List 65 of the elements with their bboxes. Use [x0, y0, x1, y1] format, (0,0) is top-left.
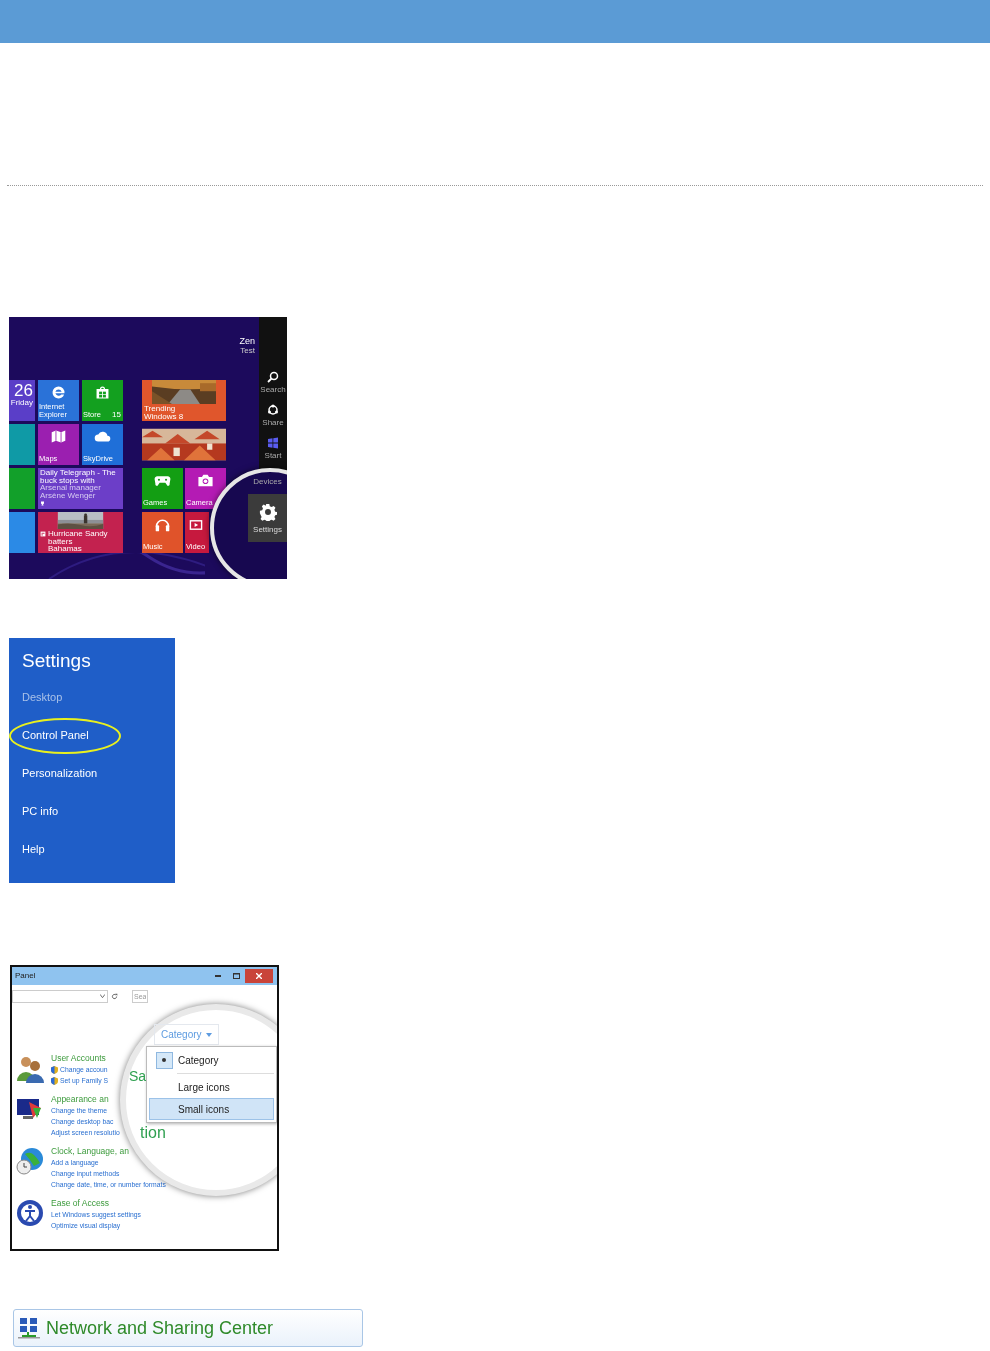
caption-detail: Bahamas [48, 545, 82, 553]
charm-button[interactable]: Share [259, 404, 287, 437]
charm-button[interactable]: Devices [248, 474, 287, 490]
tile[interactable]: Daily Telegraph - The buck stops with Arsenal manager Arsène Wenger [38, 468, 123, 509]
newspaper-icon [40, 531, 46, 537]
window-title: Panel [15, 970, 36, 982]
close-button[interactable] [245, 969, 273, 983]
category-link[interactable]: Clock, Language, an [51, 1146, 129, 1157]
caption-title: Trending [144, 405, 176, 413]
menu-item[interactable]: Control Panel [22, 726, 89, 744]
menu-item[interactable]: Large icons [149, 1076, 274, 1098]
pane-title: Settings [22, 651, 92, 673]
refresh-icon [111, 992, 118, 1000]
address-field[interactable] [12, 989, 108, 1003]
caption-title: Hurricane Sandy batters [48, 530, 109, 545]
settings-icon [258, 502, 277, 521]
headphones-icon [154, 516, 171, 533]
accessibility-icon [14, 1198, 46, 1228]
count-label: 15 [112, 411, 121, 419]
search-icon [267, 371, 279, 383]
account-label: Test [240, 347, 255, 355]
view-by-dropdown[interactable]: Category [154, 1024, 219, 1045]
caret-down-icon [205, 1032, 212, 1037]
chevron-down-icon [100, 994, 105, 998]
menu-item[interactable]: Small icons [149, 1098, 274, 1120]
heading-fragment: tion [140, 1125, 166, 1141]
category-link[interactable]: Ease of Access [51, 1198, 110, 1209]
category-link[interactable]: Appearance an [51, 1094, 109, 1105]
windows-logo-icon [267, 437, 279, 449]
browser-icon [50, 384, 67, 401]
tile[interactable] [9, 512, 35, 553]
charm-button[interactable]: Search [259, 371, 287, 404]
caption-detail: Windows 8 [144, 412, 184, 420]
network-sharing-button[interactable]: Network and Sharing Center [13, 1309, 363, 1347]
charm-button[interactable]: Settings [248, 494, 287, 542]
minimize-icon [215, 975, 221, 977]
video-screen-icon [189, 518, 203, 532]
menu-item[interactable]: PC info [22, 802, 59, 820]
trophy-icon [40, 501, 45, 506]
folded-map-icon [50, 428, 67, 445]
weekday-label: Friday [10, 399, 33, 407]
close-icon [256, 973, 262, 979]
user-name: Zen [239, 337, 255, 346]
shopping-bag-icon [94, 384, 111, 401]
camera-icon [197, 472, 214, 489]
network-icon [18, 1317, 40, 1339]
globe-clock-icon [14, 1146, 46, 1176]
tile[interactable]: 26 Friday [9, 380, 35, 421]
radio-bullet-icon [155, 1051, 173, 1069]
category-link[interactable]: User Accounts [51, 1053, 106, 1064]
heading-fragment: Sa [129, 1069, 147, 1083]
share-icon [267, 404, 279, 416]
headline-detail: Arsenal manager Arsène Wenger [40, 484, 102, 499]
tile[interactable] [9, 468, 35, 509]
menu-item[interactable]: Help [22, 840, 45, 858]
tile[interactable]: Hurricane Sandy batters Bahamas [38, 512, 123, 553]
menu-item[interactable]: Category [149, 1049, 274, 1071]
maximize-icon [232, 973, 240, 979]
section-label: Desktop [22, 689, 63, 705]
tile[interactable]: Trending Windows 8 [142, 380, 226, 421]
date-number: 26 [14, 382, 33, 399]
menu-item[interactable]: Personalization [22, 764, 98, 782]
charm-button[interactable]: Start [259, 437, 287, 470]
tile[interactable] [9, 424, 35, 465]
headline: Daily Telegraph - The buck stops with [40, 469, 117, 484]
